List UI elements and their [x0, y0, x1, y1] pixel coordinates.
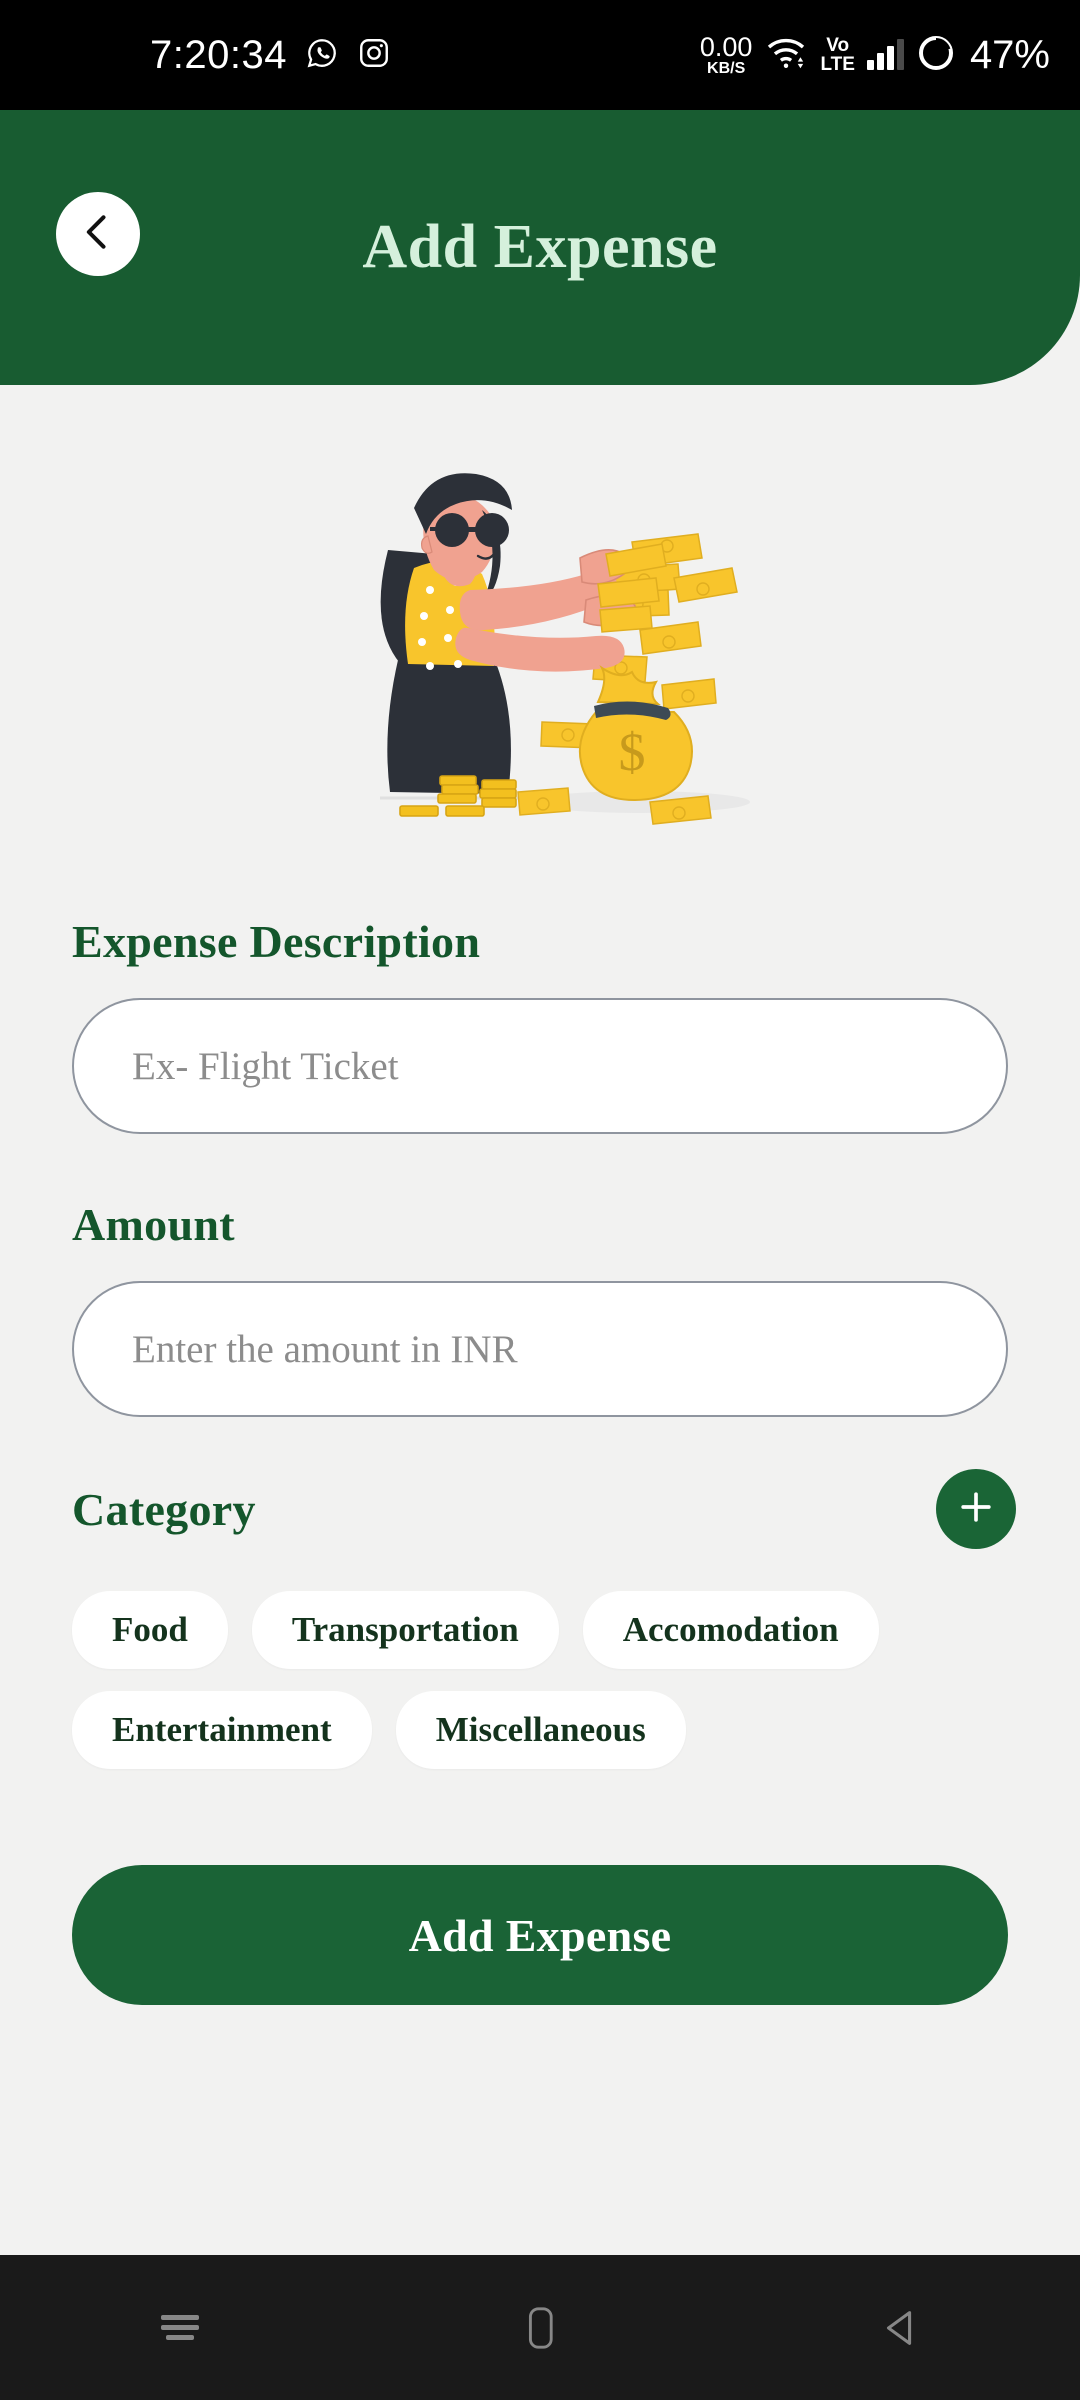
category-header: Category — [72, 1469, 1016, 1549]
network-speed-unit: KB/S — [707, 59, 746, 77]
amount-placeholder: Enter the amount in INR — [132, 1327, 518, 1371]
description-placeholder: Ex- Flight Ticket — [132, 1044, 399, 1088]
expense-form: Expense Description Ex- Flight Ticket Am… — [0, 915, 1080, 2005]
category-chip-accomodation[interactable]: Accomodation — [582, 1591, 879, 1669]
category-label: Category — [72, 1483, 256, 1535]
android-nav-bar — [0, 2255, 1080, 2400]
status-bar-left: 7:20:34 — [150, 33, 391, 78]
volte-top: Vo — [826, 34, 850, 56]
category-chip-food[interactable]: Food — [72, 1591, 228, 1669]
signal-bars-icon — [866, 39, 904, 70]
recents-menu-icon[interactable] — [100, 2278, 260, 2378]
status-time: 7:20:34 — [150, 32, 287, 77]
svg-text:$: $ — [619, 722, 646, 782]
woman-throwing-money-illustration: $ — [380, 473, 750, 825]
page-title: Add Expense — [362, 213, 718, 281]
category-chip-miscellaneous[interactable]: Miscellaneous — [395, 1691, 686, 1769]
category-chip-entertainment[interactable]: Entertainment — [72, 1691, 372, 1769]
volte-indicator: Vo LTE — [820, 34, 855, 75]
category-chip-list: Food Transportation Accomodation Enterta… — [72, 1591, 1012, 1769]
plus-icon — [954, 1485, 998, 1534]
description-input[interactable]: Ex- Flight Ticket — [72, 998, 1008, 1134]
expense-illustration: $ — [0, 430, 1080, 870]
chevron-left-icon — [76, 210, 120, 259]
status-bar-right: 0.00 KB/S Vo LTE 47% — [700, 0, 1050, 110]
add-category-button[interactable] — [936, 1469, 1016, 1549]
amount-input[interactable]: Enter the amount in INR — [72, 1281, 1008, 1417]
network-speed: 0.00 KB/S — [699, 31, 753, 77]
back-triangle-icon[interactable] — [820, 2278, 980, 2378]
status-bar: 7:20:34 0.00 KB/S Vo LTE 47% — [0, 0, 1080, 110]
instagram-icon — [357, 36, 391, 75]
whatsapp-icon — [305, 36, 339, 75]
back-button[interactable] — [56, 192, 140, 276]
home-square-icon[interactable] — [460, 2278, 620, 2378]
network-speed-value: 0.00 — [699, 31, 753, 62]
description-label: Expense Description — [72, 916, 481, 967]
battery-circle-icon — [916, 33, 956, 78]
add-expense-button[interactable]: Add Expense — [72, 1865, 1008, 2005]
wifi-icon — [764, 36, 808, 75]
phone-screen: 7:20:34 0.00 KB/S Vo LTE 47% Add Expense… — [0, 0, 1080, 2400]
battery-percent: 47% — [969, 32, 1050, 77]
amount-label: Amount — [72, 1199, 235, 1250]
app-header: Add Expense — [0, 110, 1080, 385]
category-chip-transportation[interactable]: Transportation — [251, 1591, 559, 1669]
volte-bottom: LTE — [820, 54, 855, 75]
